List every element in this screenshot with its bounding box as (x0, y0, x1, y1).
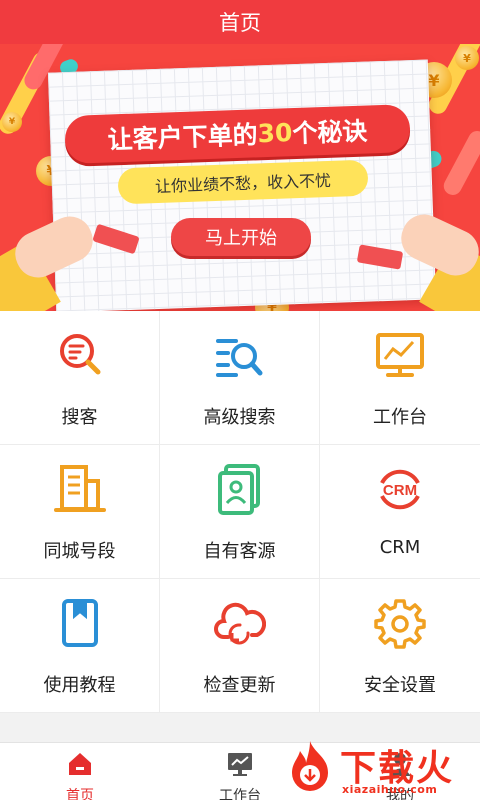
feature-grid: 搜客 高级搜索 工作台 同城号段 自有客源 CRM CRM 使用教程 检查更新 … (0, 311, 480, 713)
top-bar: 首页 (0, 0, 480, 44)
grid-item-local-numbers[interactable]: 同城号段 (0, 445, 160, 579)
svg-text:CRM: CRM (383, 482, 417, 499)
advanced-search-icon (215, 339, 262, 377)
grid-item-label: 检查更新 (203, 675, 276, 696)
book-icon (61, 599, 98, 647)
banner-stripe (440, 127, 480, 199)
watermark-url: xiazaihuo.com (342, 783, 438, 796)
app-root: 首页 ¥ ¥ ¥ ¥ ¥ 让客户下单的30个秘诀 让你业绩不愁，收入不忧 马上开… (0, 0, 480, 800)
monitor-icon (228, 753, 252, 776)
grid-item-label: 自有客源 (203, 541, 276, 562)
grid-item-label: 搜客 (61, 407, 98, 428)
headline-number: 30 (257, 117, 293, 148)
grid-item-crm[interactable]: CRM CRM (320, 445, 480, 579)
grid-item-label: 工作台 (373, 407, 427, 428)
grid-item-workbench[interactable]: 工作台 (320, 311, 480, 445)
contact-card-icon (217, 464, 260, 515)
start-button[interactable]: 马上开始 (171, 218, 311, 256)
coin-icon: ¥ (2, 112, 22, 132)
tab-label: 工作台 (219, 788, 261, 800)
grid-item-label: 同城号段 (43, 541, 116, 562)
tab-label: 首页 (66, 788, 94, 800)
grid-item-advanced-search[interactable]: 高级搜索 (160, 311, 320, 445)
tab-home[interactable]: 首页 (0, 743, 160, 800)
crm-icon: CRM (380, 469, 420, 510)
grid-item-label: 安全设置 (364, 675, 436, 696)
promo-banner[interactable]: ¥ ¥ ¥ ¥ ¥ 让客户下单的30个秘诀 让你业绩不愁，收入不忧 马上开始 (0, 44, 480, 311)
workbench-monitor-icon (376, 333, 424, 377)
watermark: 下载火 xiazaihuo.com (278, 737, 480, 800)
headline-post: 个秘诀 (291, 116, 368, 149)
grid-item-check-update[interactable]: 检查更新 (160, 579, 320, 713)
grid-item-search-customer[interactable]: 搜客 (0, 311, 160, 445)
grid-item-label: 使用教程 (43, 675, 116, 696)
grid-item-own-customers[interactable]: 自有客源 (160, 445, 320, 579)
flame-logo-icon (292, 741, 328, 791)
grid-item-label: CRM (379, 537, 421, 558)
grid-item-security-settings[interactable]: 安全设置 (320, 579, 480, 713)
gear-icon (374, 599, 426, 649)
grid-item-label: 高级搜索 (203, 407, 276, 428)
headline-pre: 让客户下单的 (107, 120, 259, 155)
grid-item-tutorial[interactable]: 使用教程 (0, 579, 160, 713)
page-title: 首页 (219, 11, 261, 35)
cloud-refresh-icon (213, 602, 266, 645)
building-icon (53, 465, 106, 512)
coin-icon: ¥ (455, 46, 479, 70)
home-icon (69, 753, 91, 775)
search-customer-icon (59, 334, 100, 375)
